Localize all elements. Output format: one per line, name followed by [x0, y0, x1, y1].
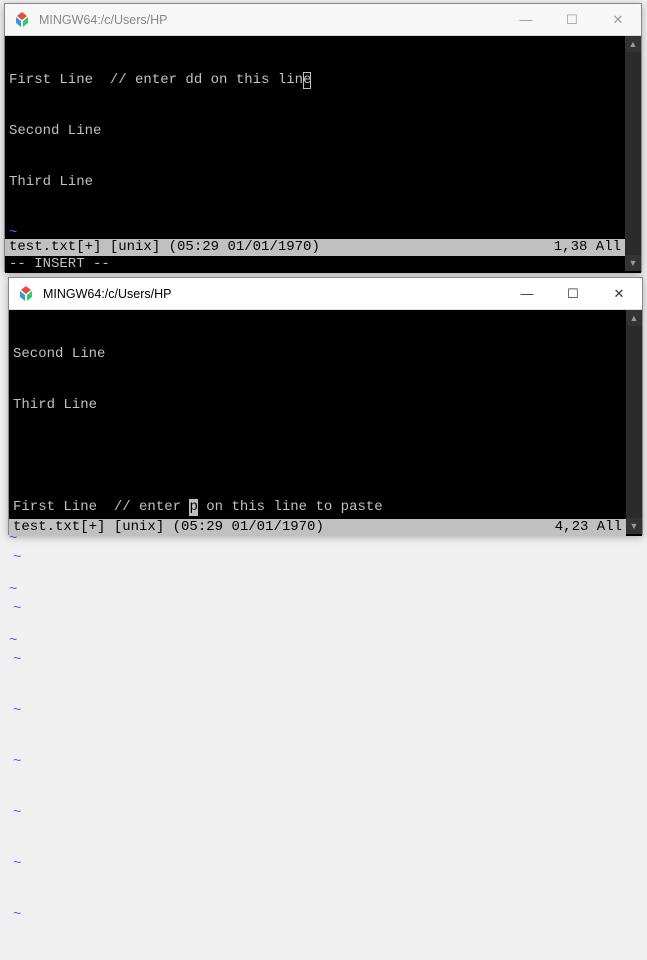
empty-line: ~: [13, 703, 638, 720]
window-controls: — ☐ ✕: [503, 4, 641, 35]
text-line: First Line // enter dd on this line: [9, 72, 637, 89]
scroll-down-icon[interactable]: ▼: [625, 255, 641, 271]
minimize-button[interactable]: —: [504, 278, 550, 309]
scroll-up-icon[interactable]: ▲: [626, 310, 642, 326]
close-button[interactable]: ✕: [595, 4, 641, 35]
blank-line: [13, 448, 638, 465]
status-area: test.txt[+] [unix] (05:29 01/01/1970) 1,…: [5, 239, 625, 273]
terminal-content: Second Line Third Line First Line // ent…: [9, 310, 642, 960]
scrollbar[interactable]: ▲ ▼: [625, 36, 641, 271]
window-controls: — ☐ ✕: [504, 278, 642, 309]
titlebar[interactable]: MINGW64:/c/Users/HP — ☐ ✕: [9, 278, 642, 310]
window-title: MINGW64:/c/Users/HP: [39, 13, 503, 27]
scroll-down-icon[interactable]: ▼: [626, 518, 642, 534]
text-line: First Line // enter p on this line to pa…: [13, 499, 638, 516]
terminal-area[interactable]: First Line // enter dd on this line Seco…: [5, 36, 641, 273]
maximize-button[interactable]: ☐: [550, 278, 596, 309]
status-line: test.txt[+] [unix] (05:29 01/01/1970) 4,…: [9, 519, 626, 536]
scrollbar[interactable]: ▲ ▼: [626, 310, 642, 534]
status-area: test.txt[+] [unix] (05:29 01/01/1970) 4,…: [9, 519, 626, 536]
empty-line: ~: [13, 907, 638, 924]
close-button[interactable]: ✕: [596, 278, 642, 309]
empty-line: ~: [13, 550, 638, 567]
cursor: p: [189, 499, 197, 516]
empty-line: ~: [13, 601, 638, 618]
status-line: test.txt[+] [unix] (05:29 01/01/1970) 1,…: [5, 239, 625, 256]
empty-line: ~: [13, 856, 638, 873]
file-name: test.txt: [9, 239, 76, 255]
terminal-window-2: MINGW64:/c/Users/HP — ☐ ✕ Second Line Th…: [8, 277, 643, 535]
terminal-area[interactable]: Second Line Third Line First Line // ent…: [9, 310, 642, 536]
mintty-icon: [17, 285, 35, 303]
text-line: Third Line: [9, 174, 637, 191]
titlebar[interactable]: MINGW64:/c/Users/HP — ☐ ✕: [5, 4, 641, 36]
window-title: MINGW64:/c/Users/HP: [43, 287, 504, 301]
scroll-up-icon[interactable]: ▲: [625, 36, 641, 52]
maximize-button[interactable]: ☐: [549, 4, 595, 35]
text-line: Third Line: [13, 397, 638, 414]
text-line: Second Line: [13, 346, 638, 363]
mintty-icon: [13, 11, 31, 29]
file-flags: [+] [unix] (05:29 01/01/1970): [76, 239, 320, 255]
terminal-window-1: MINGW64:/c/Users/HP — ☐ ✕ First Line // …: [4, 3, 642, 272]
file-name: test.txt: [13, 519, 80, 535]
file-flags: [+] [unix] (05:29 01/01/1970): [80, 519, 324, 535]
empty-line: ~: [13, 652, 638, 669]
empty-line: ~: [13, 754, 638, 771]
minimize-button[interactable]: —: [503, 4, 549, 35]
mode-line: -- INSERT --: [5, 256, 625, 273]
cursor-position: 4,23 All: [555, 519, 622, 536]
empty-line: ~: [13, 805, 638, 822]
cursor-position: 1,38 All: [554, 239, 621, 256]
text-line: Second Line: [9, 123, 637, 140]
cursor: e: [303, 72, 311, 89]
